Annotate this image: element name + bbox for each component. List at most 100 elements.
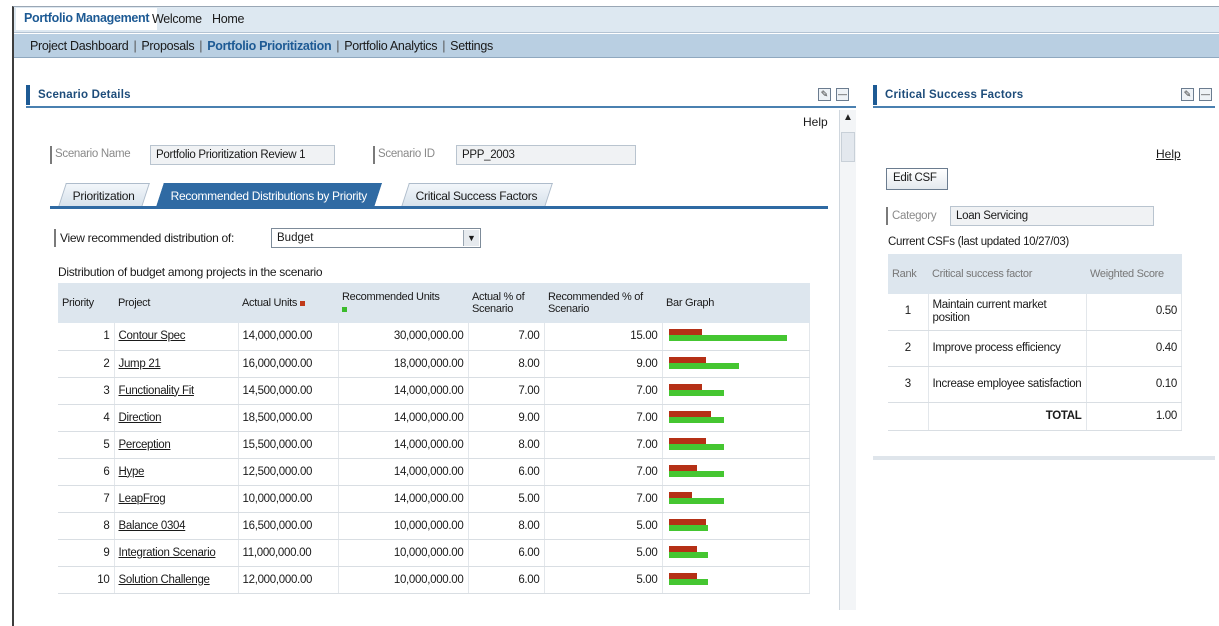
category-label: Category	[892, 210, 937, 222]
recommended-pct-cell: 7.00	[544, 377, 663, 405]
bar-graph-cell	[662, 377, 810, 405]
csf-header: Critical Success Factors ✎ —	[873, 82, 1215, 108]
recommended-units-cell: 14,000,000.00	[338, 377, 469, 405]
distribution-select[interactable]: Budget ▼	[271, 228, 481, 248]
recommended-units-cell: 14,000,000.00	[338, 431, 469, 459]
csf-header-row: Rank Critical success factor Weighted Sc…	[888, 254, 1182, 294]
subnav-portfolio-prioritization[interactable]: Portfolio Prioritization	[207, 39, 331, 53]
bar-graph-cell	[662, 485, 810, 513]
help-link[interactable]: Help	[803, 115, 828, 129]
table-row: 10 Solution Challenge 12,000,000.00 10,000,…	[58, 566, 810, 594]
total-value: 1.00	[1086, 402, 1182, 431]
tab-prioritization[interactable]: Prioritization	[58, 183, 150, 207]
subnav-portfolio-analytics[interactable]: Portfolio Analytics	[344, 39, 437, 53]
bar-graph-cell	[662, 566, 810, 594]
project-link[interactable]: LeapFrog	[119, 493, 166, 505]
chevron-down-icon[interactable]: ▼	[463, 230, 479, 246]
recommended-pct-cell: 7.00	[544, 431, 663, 459]
project-link[interactable]: Perception	[119, 439, 171, 451]
actual-pct-cell: 8.00	[468, 350, 545, 378]
actual-units-cell: 14,000,000.00	[238, 323, 339, 351]
actual-pct-cell: 6.00	[468, 566, 545, 594]
col-recommended-pct[interactable]: Recommended % of Scenario	[544, 283, 662, 323]
personalize-icon[interactable]: ✎	[1181, 88, 1194, 101]
recommended-bar	[668, 416, 724, 423]
recommended-pct-cell: 9.00	[544, 350, 663, 378]
table-row: 4 Direction 18,500,000.00 14,000,000.00 9.00…	[58, 404, 810, 432]
score-cell: 0.40	[1086, 330, 1182, 367]
table-header-row: Priority Project Actual Units Recommende…	[58, 283, 810, 323]
table-row: 9 Integration Scenario 11,000,000.00 10,000…	[58, 539, 810, 567]
col-actual-units[interactable]: Actual Units	[238, 283, 338, 323]
recommended-bar	[668, 362, 740, 369]
subnav-settings[interactable]: Settings	[450, 39, 493, 53]
recommended-bar	[668, 524, 708, 531]
tab-critical-success-factors[interactable]: Critical Success Factors	[401, 183, 553, 207]
project-cell: Direction	[114, 404, 239, 432]
factor-cell: Increase employee satisfaction	[928, 366, 1087, 403]
recommended-pct-cell: 7.00	[544, 485, 663, 513]
scenario-tabs: Prioritization Recommended Distributions…	[58, 183, 832, 207]
csf-help-link[interactable]: Help	[1156, 147, 1181, 161]
project-link[interactable]: Balance 0304	[119, 520, 186, 532]
tab-recommended-distributions[interactable]: Recommended Distributions by Priority	[156, 183, 383, 207]
project-cell: Contour Spec	[114, 323, 239, 351]
actual-pct-cell: 9.00	[468, 404, 545, 432]
tab-portfolio-management[interactable]: Portfolio Management	[16, 8, 158, 30]
minimize-icon[interactable]: —	[1199, 88, 1212, 101]
priority-cell: 5	[58, 431, 115, 459]
actual-units-cell: 16,500,000.00	[238, 512, 339, 540]
minimize-icon[interactable]: —	[836, 88, 849, 101]
project-link[interactable]: Integration Scenario	[119, 547, 216, 559]
vertical-scrollbar[interactable]: ▲	[839, 110, 856, 610]
project-cell: Functionality Fit	[114, 377, 239, 405]
col-actual-pct[interactable]: Actual % of Scenario	[468, 283, 544, 323]
project-cell: LeapFrog	[114, 485, 239, 513]
col-project[interactable]: Project	[114, 283, 238, 323]
project-link[interactable]: Solution Challenge	[119, 574, 210, 586]
project-link[interactable]: Functionality Fit	[119, 385, 195, 397]
actual-pct-cell: 6.00	[468, 539, 545, 567]
priority-cell: 8	[58, 512, 115, 540]
actual-units-cell: 18,500,000.00	[238, 404, 339, 432]
personalize-icon[interactable]: ✎	[818, 88, 831, 101]
recommended-units-cell: 14,000,000.00	[338, 404, 469, 432]
edit-csf-button[interactable]: Edit CSF	[886, 168, 948, 190]
priority-cell: 10	[58, 566, 115, 594]
recommended-bar	[668, 551, 708, 558]
bar-graph-cell	[662, 458, 810, 486]
project-link[interactable]: Jump 21	[119, 358, 161, 370]
scenario-id-field[interactable]: PPP_2003	[456, 145, 636, 165]
col-recommended-units[interactable]: Recommended Units	[338, 283, 468, 323]
tab-welcome[interactable]: Welcome	[152, 12, 202, 26]
scenario-name-label: Scenario Name	[55, 148, 131, 160]
project-link[interactable]: Hype	[119, 466, 145, 478]
recommended-pct-cell: 7.00	[544, 458, 663, 486]
recommended-bar	[668, 470, 724, 477]
project-cell: Jump 21	[114, 350, 239, 378]
col-priority[interactable]: Priority	[58, 283, 114, 323]
scenario-id-label: Scenario ID	[378, 148, 435, 160]
scenario-name-field[interactable]: Portfolio Prioritization Review 1	[150, 145, 335, 165]
recommended-bar	[668, 578, 708, 585]
recommended-bar	[668, 389, 724, 396]
recommended-pct-cell: 5.00	[544, 566, 663, 594]
subnav-project-dashboard[interactable]: Project Dashboard	[30, 39, 129, 53]
recommended-units-cell: 10,000,000.00	[338, 566, 469, 594]
recommended-units-cell: 14,000,000.00	[338, 458, 469, 486]
project-link[interactable]: Contour Spec	[119, 330, 186, 342]
project-cell: Solution Challenge	[114, 566, 239, 594]
tab-home[interactable]: Home	[212, 12, 244, 26]
factor-cell: Improve process efficiency	[928, 330, 1087, 367]
table-row: 7 LeapFrog 10,000,000.00 14,000,000.00 5.00 7…	[58, 485, 810, 513]
scroll-up-icon[interactable]: ▲	[843, 112, 853, 123]
scroll-thumb[interactable]	[841, 132, 855, 162]
subnav-proposals[interactable]: Proposals	[141, 39, 194, 53]
table-row: 3 Functionality Fit 14,500,000.00 14,000,00…	[58, 377, 810, 405]
actual-legend-marker	[300, 300, 306, 306]
col-bar-graph: Bar Graph	[662, 283, 810, 323]
recommended-legend-marker	[342, 307, 347, 312]
project-link[interactable]: Direction	[119, 412, 162, 424]
csf-total-row: TOTAL 1.00	[888, 402, 1182, 431]
category-field[interactable]: Loan Servicing	[950, 206, 1154, 226]
